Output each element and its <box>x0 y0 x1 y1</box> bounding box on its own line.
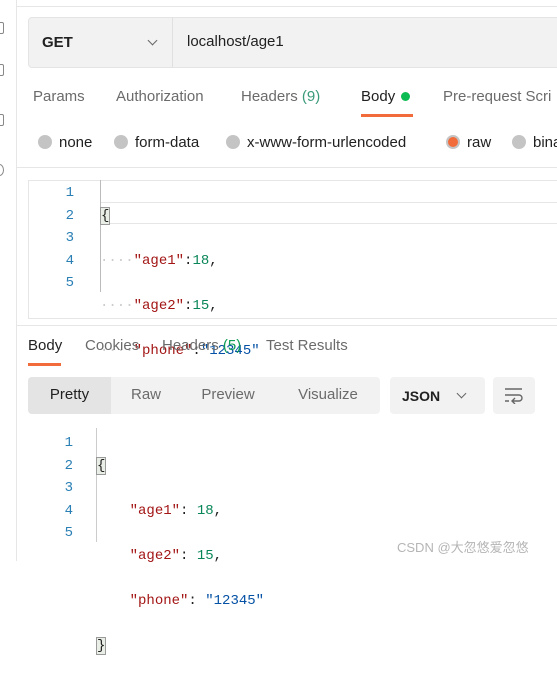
active-tab-indicator <box>361 114 413 117</box>
line-number: 4 <box>64 502 73 519</box>
tab-pre-request-script[interactable]: Pre-request Scri <box>443 88 551 105</box>
wrap-icon <box>505 388 523 404</box>
radio-none[interactable] <box>38 135 52 149</box>
active-tab-indicator <box>28 363 61 366</box>
view-visualize[interactable]: Visualize <box>283 377 373 414</box>
radio-label: none <box>59 134 93 151</box>
tab-params[interactable]: Params <box>33 88 85 105</box>
radio-label: x-www-form-urlencoded <box>247 134 407 151</box>
sidebar-icon[interactable] <box>0 114 4 126</box>
radio-label: form-data <box>135 134 200 151</box>
response-tab-test-results[interactable]: Test Results <box>266 337 348 354</box>
brace: } <box>96 636 107 655</box>
divider <box>17 325 557 326</box>
method-select[interactable]: GET <box>29 18 173 67</box>
wrap-lines-button[interactable] <box>493 377 535 414</box>
url-bar: GET localhost/age1 <box>28 17 557 68</box>
format-label: JSON <box>402 388 441 404</box>
radio-label: bina <box>533 134 557 151</box>
tab-body[interactable]: Body <box>361 88 411 105</box>
chevron-down-icon <box>456 388 467 399</box>
radio-binary[interactable] <box>512 135 526 149</box>
json-key: "age1" <box>133 252 185 269</box>
headers-count: (5) <box>222 337 242 354</box>
history-icon[interactable] <box>0 164 4 176</box>
view-preview[interactable]: Preview <box>188 377 268 414</box>
tab-label: Headers <box>241 88 298 105</box>
radio-urlencoded[interactable] <box>226 135 240 149</box>
json-value: 15 <box>192 297 210 314</box>
brace: { <box>96 456 107 475</box>
url-input[interactable]: localhost/age1 <box>187 33 284 50</box>
radio-raw[interactable] <box>446 135 460 149</box>
sidebar <box>0 0 17 561</box>
json-key: "age2" <box>129 547 181 564</box>
response-tab-headers[interactable]: Headers (5) <box>162 337 241 354</box>
line-number: 1 <box>65 185 74 201</box>
line-number: 2 <box>64 457 73 474</box>
method-label: GET <box>42 34 73 51</box>
line-number: 4 <box>65 252 74 269</box>
radio-label: raw <box>467 134 492 151</box>
line-number: 1 <box>64 435 73 451</box>
view-raw[interactable]: Raw <box>111 377 181 414</box>
response-tab-body[interactable]: Body <box>28 337 62 354</box>
tab-headers[interactable]: Headers (9) <box>241 88 320 105</box>
line-numbers: 1 2 3 4 5 <box>53 432 73 545</box>
tab-label: Body <box>361 88 396 105</box>
json-value: 18 <box>196 502 214 519</box>
line-number: 5 <box>65 275 74 291</box>
tab-label: Headers <box>162 337 219 354</box>
json-value: "12345" <box>205 592 265 609</box>
divider <box>17 167 557 168</box>
indent: ···· <box>100 252 134 269</box>
brace: { <box>100 206 111 225</box>
watermark: CSDN @大忽悠爱忽悠 <box>397 540 529 555</box>
sidebar-icon[interactable] <box>0 22 4 34</box>
indent: ···· <box>100 297 134 314</box>
line-number: 3 <box>64 480 73 496</box>
line-number: 2 <box>65 207 74 224</box>
divider <box>17 6 557 7</box>
format-select[interactable]: JSON <box>390 377 485 414</box>
json-key: "phone" <box>129 592 189 609</box>
headers-count: (9) <box>301 88 321 105</box>
line-number: 3 <box>65 230 74 246</box>
radio-form-data[interactable] <box>114 135 128 149</box>
sidebar-icon[interactable] <box>0 64 4 76</box>
json-key: "age2" <box>133 297 185 314</box>
response-tab-cookies[interactable]: Cookies <box>85 337 139 354</box>
json-value: 15 <box>196 547 214 564</box>
modified-dot-icon <box>401 92 411 101</box>
json-key: "age1" <box>129 502 181 519</box>
line-numbers: 1 2 3 4 5 <box>54 182 74 295</box>
chevron-down-icon <box>147 35 158 46</box>
view-mode-segmented: Pretty Raw Preview Visualize <box>28 377 380 414</box>
response-code: { "age1": 18, "age2": 15, "phone": "1234… <box>96 456 265 655</box>
line-number: 5 <box>64 525 73 541</box>
view-pretty[interactable]: Pretty <box>28 377 111 414</box>
json-value: 18 <box>192 252 210 269</box>
tab-authorization[interactable]: Authorization <box>116 88 204 105</box>
